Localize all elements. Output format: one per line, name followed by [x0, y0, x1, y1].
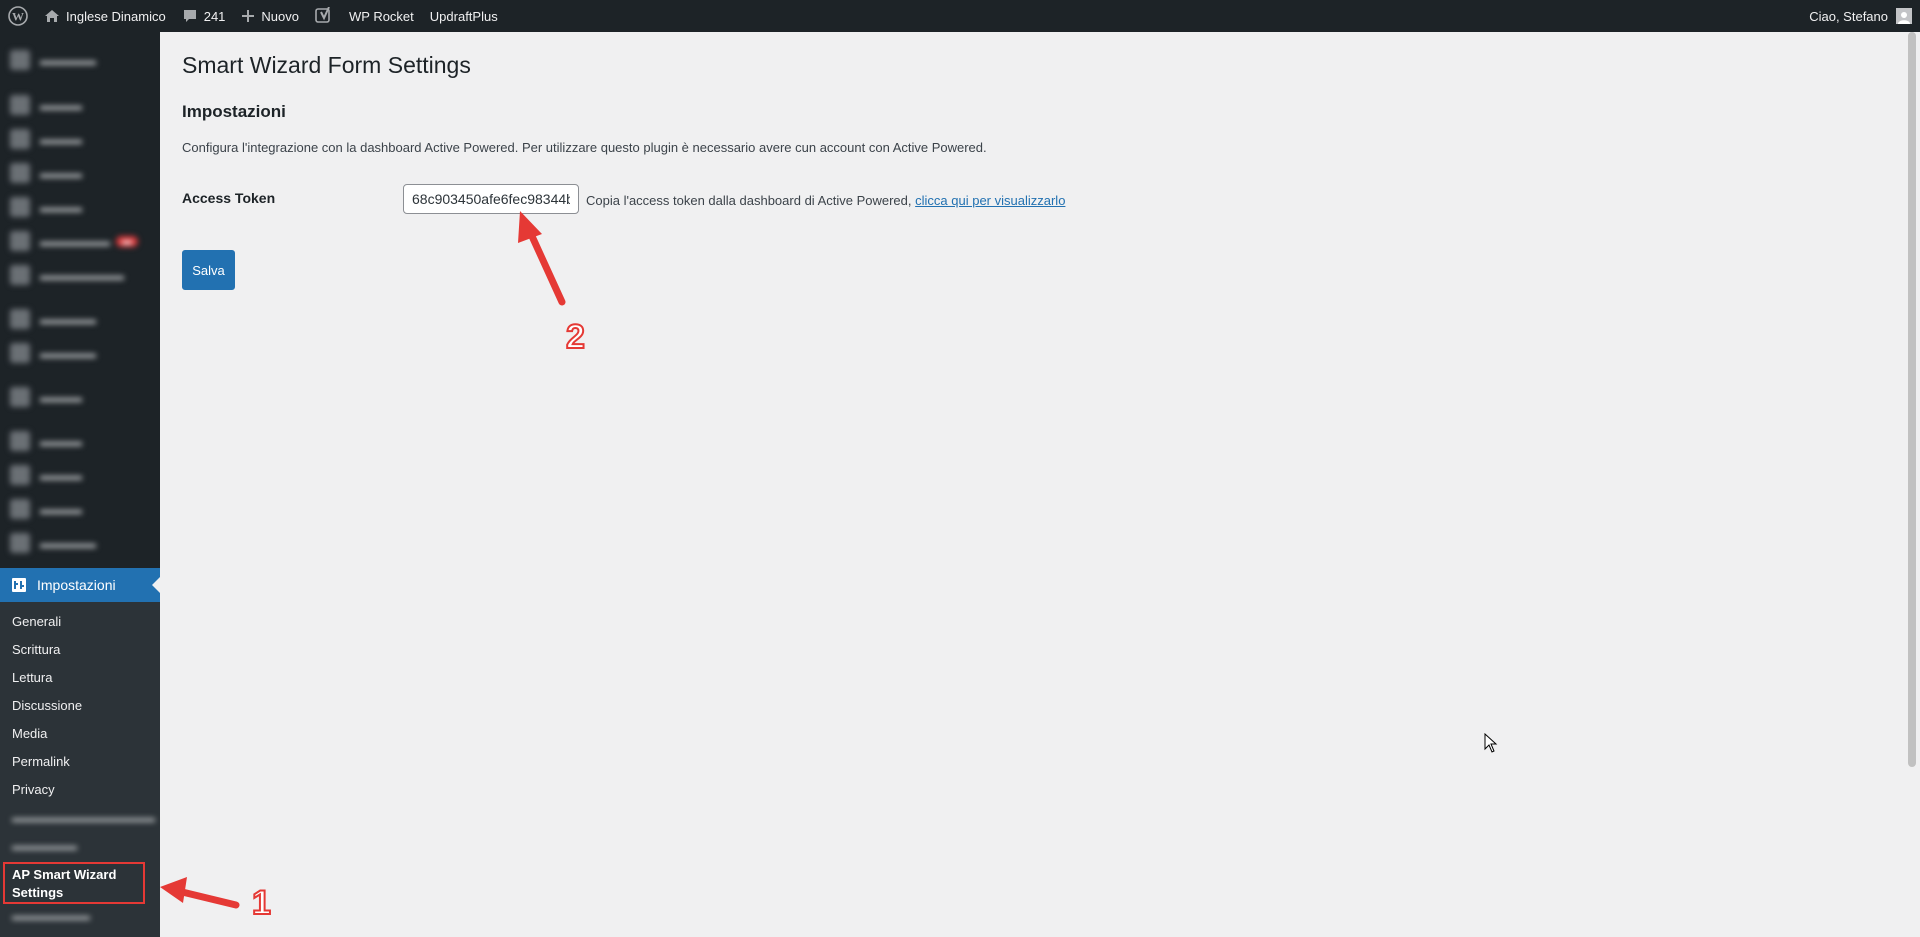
admin-bar: W Inglese Dinamico 241 Nuovo WP Rocket U…: [0, 0, 1920, 32]
annotation-number-1: 1: [251, 883, 272, 923]
settings-icon: [11, 577, 27, 593]
current-menu-pointer: [152, 577, 160, 593]
page-title: Smart Wizard Form Settings: [182, 52, 471, 78]
submenu-item-blurred[interactable]: ▬▬▬▬▬: [0, 832, 160, 860]
menu-item-blurred[interactable]: ▬▬▬▬: [0, 43, 160, 77]
menu-icon: [10, 499, 30, 519]
comments-link[interactable]: 241: [174, 0, 234, 32]
access-token-hint-text: Copia l'access token dalla dashboard di …: [586, 193, 912, 208]
menu-item-blurred[interactable]: ▬▬▬▬: [0, 336, 160, 370]
menu-item-blurred[interactable]: ▬▬▬: [0, 424, 160, 458]
menu-icon: [10, 265, 30, 285]
scrollbar-thumb[interactable]: [1908, 32, 1916, 767]
menu-icon: [10, 163, 30, 183]
menu-item-blurred[interactable]: ▬▬▬: [0, 380, 160, 414]
menu-item-blurred[interactable]: ▬▬▬▬▬▬: [0, 224, 160, 258]
menu-icon: [10, 431, 30, 451]
comment-icon: [182, 8, 198, 24]
menu-icon: [10, 343, 30, 363]
save-button[interactable]: Salva: [182, 250, 235, 290]
menu-item-blurred[interactable]: ▬▬▬▬: [0, 302, 160, 336]
menu-icon: [10, 231, 30, 251]
view-token-link[interactable]: clicca qui per visualizzarlo: [915, 193, 1065, 208]
yoast-icon[interactable]: [307, 0, 341, 32]
user-account-link[interactable]: Ciao, Stefano: [1801, 0, 1920, 32]
menu-item-blurred[interactable]: ▬▬▬: [0, 156, 160, 190]
comments-count: 241: [203, 8, 226, 24]
settings-submenu: Generali Scrittura Lettura Discussione M…: [0, 602, 160, 937]
menu-icon: [10, 465, 30, 485]
new-content-link[interactable]: Nuovo: [233, 0, 307, 32]
access-token-label: Access Token: [182, 190, 276, 206]
menu-icon: [10, 309, 30, 329]
annotation-arrow-2: [518, 211, 566, 306]
menu-icon: [10, 197, 30, 217]
avatar: [1896, 8, 1912, 24]
access-token-input[interactable]: [403, 184, 579, 214]
menu-icon: [10, 95, 30, 115]
annotation-arrow-1: [160, 877, 240, 909]
submenu-item-permalink[interactable]: Permalink: [0, 748, 160, 776]
menu-item-blurred[interactable]: ▬▬▬: [0, 458, 160, 492]
mouse-cursor-icon: [1484, 733, 1498, 753]
submenu-item-blurred[interactable]: ▬▬▬▬▬▬: [0, 902, 160, 930]
submenu-item-general[interactable]: Generali: [0, 608, 160, 636]
wordpress-logo-icon[interactable]: W: [0, 0, 36, 32]
submenu-item-writing[interactable]: Scrittura: [0, 636, 160, 664]
menu-icon: [10, 387, 30, 407]
sidebar-item-settings[interactable]: Impostazioni: [0, 568, 160, 602]
plus-icon: [241, 9, 255, 23]
submenu-item-media[interactable]: Media: [0, 720, 160, 748]
menu-item-blurred[interactable]: ▬▬▬▬▬▬: [0, 258, 160, 292]
updraftplus-link[interactable]: UpdraftPlus: [422, 0, 506, 32]
menu-item-blurred[interactable]: ▬▬▬: [0, 190, 160, 224]
submenu-item-ap-smart-wizard-settings[interactable]: AP Smart Wizard Settings: [0, 860, 122, 902]
greeting-label: Ciao, Stefano: [1809, 8, 1888, 24]
submenu-item-discussion[interactable]: Discussione: [0, 692, 160, 720]
menu-icon: [10, 129, 30, 149]
site-name-label: Inglese Dinamico: [66, 8, 166, 24]
new-label: Nuovo: [261, 8, 299, 24]
menu-item-blurred[interactable]: ▬▬▬: [0, 122, 160, 156]
menu-icon: [10, 50, 30, 70]
page-scrollbar[interactable]: [1904, 32, 1920, 937]
submenu-item-blurred[interactable]: ▬▬▬▬▬▬▬▬▬▬▬: [0, 804, 160, 832]
menu-item-blurred[interactable]: ▬▬▬▬: [0, 526, 160, 560]
description-text: Configura l'integrazione con la dashboar…: [182, 140, 987, 155]
menu-item-blurred[interactable]: ▬▬▬: [0, 88, 160, 122]
home-icon: [44, 8, 60, 24]
site-name-link[interactable]: Inglese Dinamico: [36, 0, 174, 32]
menu-item-blurred[interactable]: ▬▬▬: [0, 492, 160, 526]
submenu-item-reading[interactable]: Lettura: [0, 664, 160, 692]
submenu-item-privacy[interactable]: Privacy: [0, 776, 160, 804]
access-token-hint: Copia l'access token dalla dashboard di …: [586, 193, 1065, 208]
section-title: Impostazioni: [182, 102, 286, 121]
menu-icon: [10, 533, 30, 553]
svg-text:W: W: [12, 10, 24, 24]
annotation-number-2: 2: [565, 317, 586, 357]
wp-rocket-link[interactable]: WP Rocket: [341, 0, 422, 32]
settings-label: Impostazioni: [37, 577, 116, 593]
